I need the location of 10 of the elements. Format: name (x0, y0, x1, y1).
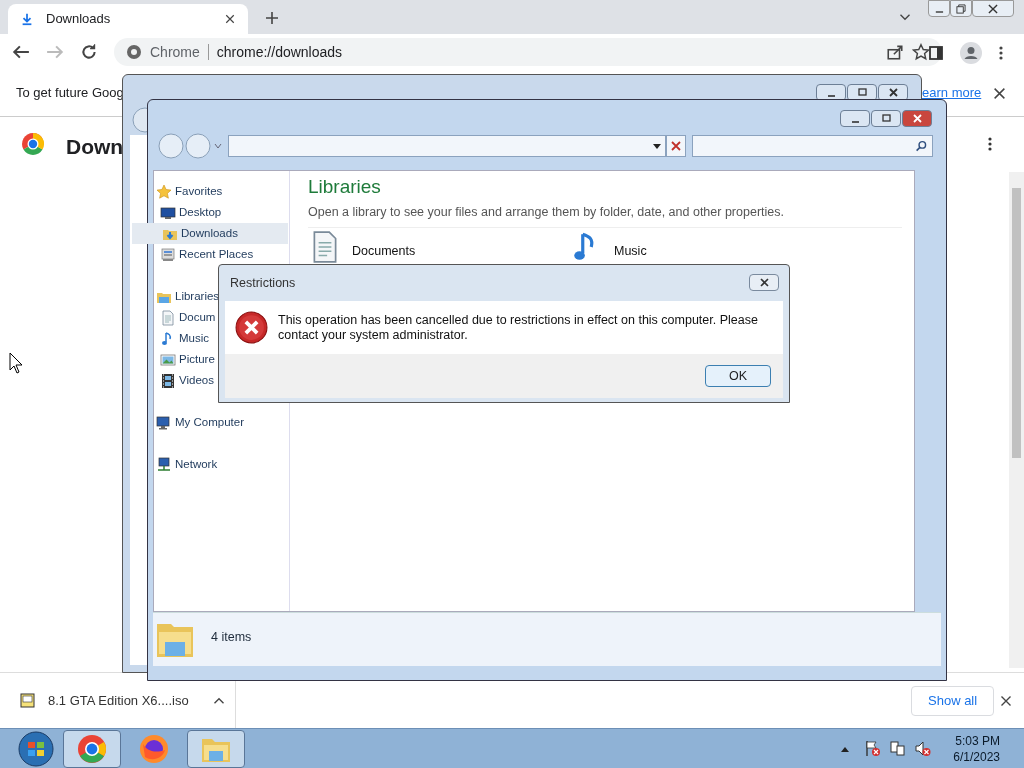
library-heading: Libraries (308, 175, 382, 199)
dialog-title: Restrictions (230, 274, 296, 292)
site-name: Chrome (150, 42, 200, 62)
error-message: This operation has been cancelled due to restrictions in effect on this computer. Please contact your system administrator. (278, 312, 759, 343)
page-title: Down (66, 134, 124, 160)
file-name: 8.1 GTA Edition X6....iso (48, 691, 189, 710)
url-text: chrome://downloads (216, 42, 344, 62)
item-count: 4 items (211, 629, 252, 646)
tab-title: Downloads (46, 10, 112, 29)
library-description: Open a library to see your files and arrange them by folder, date, and other properties. (308, 203, 785, 221)
